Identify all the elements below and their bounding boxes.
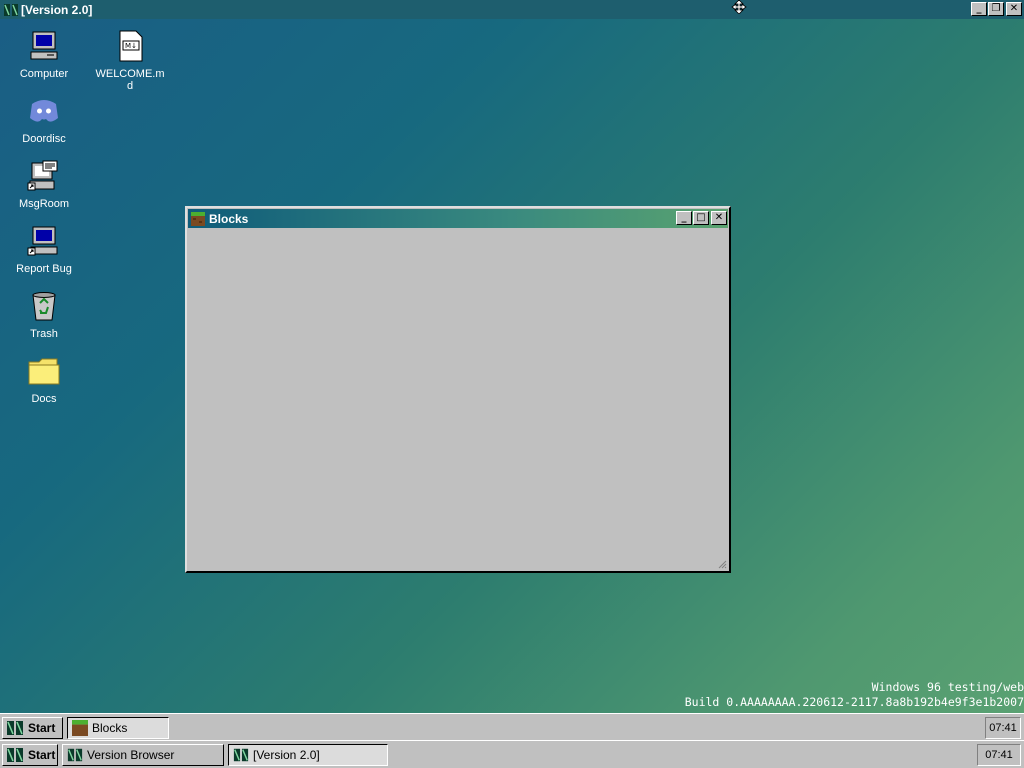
start-label: Start <box>28 721 56 735</box>
svg-text:M↓: M↓ <box>125 42 137 50</box>
desktop-icon-msgroom[interactable]: MsgRoom <box>8 159 80 210</box>
desktop-icon-report-bug[interactable]: Report Bug <box>8 224 80 275</box>
w96-logo-icon <box>67 748 83 762</box>
desktop-icon-label: WELCOME.md <box>95 68 165 92</box>
outer-start-button[interactable]: Start <box>2 744 58 766</box>
w96-logo-icon <box>4 3 18 16</box>
outer-window-title: [Version 2.0] <box>21 2 93 17</box>
desktop-icon-label: Docs <box>31 393 57 405</box>
blocks-window-title: Blocks <box>209 211 249 226</box>
inner-start-button[interactable]: Start <box>2 717 63 739</box>
blocks-content-area[interactable] <box>188 229 728 570</box>
taskbar-item-label: [Version 2.0] <box>253 748 320 762</box>
build-info: Windows 96 testing/web Build 0.AAAAAAAA.… <box>685 680 1024 710</box>
build-info-os: Windows 96 testing/web <box>871 680 1024 694</box>
w96-logo-icon <box>7 748 23 762</box>
resize-grip-icon[interactable] <box>717 559 727 569</box>
desktop-icon-label: Doordisc <box>22 133 66 145</box>
blocks-window[interactable]: Blocks _ □ ✕ <box>185 206 731 573</box>
desktop-icon-label: Trash <box>30 328 58 340</box>
trash-icon <box>32 292 56 321</box>
blocks-icon <box>72 720 88 736</box>
report-bug-icon <box>27 226 58 256</box>
desktop-icon-computer[interactable]: Computer <box>8 29 80 80</box>
discord-icon <box>30 100 58 122</box>
build-info-build: Build 0.AAAAAAAA.220612-2117.8a8b192b4e9… <box>684 695 1024 709</box>
move-cursor-icon <box>731 0 747 14</box>
desktop[interactable]: Computer M↓ WELCOME.md Doordisc MsgRoom … <box>0 19 1024 714</box>
markdown-file-icon: M↓ <box>119 30 143 62</box>
outer-taskbar: Start Version Browser [Version 2.0] 07:4… <box>0 740 1024 768</box>
taskbar-item-version-browser[interactable]: Version Browser <box>62 744 224 766</box>
taskbar-item-label: Blocks <box>92 721 128 735</box>
blocks-icon <box>191 211 205 226</box>
desktop-icon-doordisc[interactable]: Doordisc <box>8 94 80 145</box>
minimize-button[interactable]: _ <box>971 2 987 16</box>
folder-icon <box>28 358 60 385</box>
w96-logo-icon <box>7 721 23 735</box>
outer-titlebar[interactable]: [Version 2.0] _ ❐ ✕ <box>0 0 1024 19</box>
desktop-icon-welcome[interactable]: M↓ WELCOME.md <box>94 29 166 92</box>
blocks-minimize-button[interactable]: _ <box>676 211 692 225</box>
msgroom-icon <box>27 160 58 191</box>
taskbar-item-version-2[interactable]: [Version 2.0] <box>228 744 388 766</box>
taskbar-item-label: Version Browser <box>87 748 175 762</box>
blocks-titlebar[interactable]: Blocks _ □ ✕ <box>188 209 728 228</box>
taskbar-item-blocks[interactable]: Blocks <box>67 717 169 739</box>
desktop-icon-label: Computer <box>19 68 69 80</box>
start-label: Start <box>28 748 56 762</box>
outer-clock: 07:41 <box>977 744 1021 766</box>
desktop-icon-label: MsgRoom <box>18 198 70 210</box>
w96-logo-icon <box>233 748 249 762</box>
inner-clock: 07:41 <box>985 717 1021 739</box>
blocks-maximize-button[interactable]: □ <box>693 211 709 225</box>
desktop-icon-trash[interactable]: Trash <box>8 289 80 340</box>
restore-button[interactable]: ❐ <box>988 2 1004 16</box>
desktop-icon-docs[interactable]: Docs <box>8 354 80 405</box>
blocks-close-button[interactable]: ✕ <box>711 211 727 225</box>
outer-window: [Version 2.0] _ ❐ ✕ Computer M↓ WELCOME.… <box>0 0 1024 742</box>
close-button[interactable]: ✕ <box>1006 2 1022 16</box>
computer-icon <box>30 31 58 60</box>
desktop-icon-label: Report Bug <box>16 263 72 275</box>
inner-taskbar: Start Blocks 07:41 <box>0 713 1024 741</box>
